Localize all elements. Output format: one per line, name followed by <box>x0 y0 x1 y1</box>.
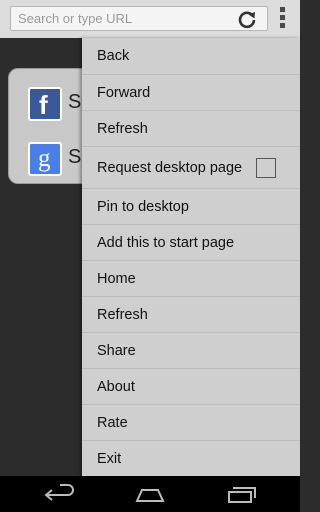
navigation-bar <box>0 476 300 512</box>
back-icon[interactable] <box>40 482 80 506</box>
google-icon: g <box>28 142 62 176</box>
menu-item-home[interactable]: Home <box>82 260 300 296</box>
menu-item-exit[interactable]: Exit <box>82 440 300 476</box>
menu-item-request-desktop-page[interactable]: Request desktop page <box>82 146 300 188</box>
home-icon[interactable] <box>130 482 170 506</box>
menu-item-refresh[interactable]: Refresh <box>82 110 300 146</box>
overflow-menu: Back Forward Refresh Request desktop pag… <box>82 38 300 476</box>
desktop-page-checkbox[interactable] <box>256 157 276 178</box>
menu-item-forward[interactable]: Forward <box>82 74 300 110</box>
menu-item-rate[interactable]: Rate <box>82 404 300 440</box>
recent-apps-icon[interactable] <box>222 482 262 506</box>
menu-item-back[interactable]: Back <box>82 38 300 74</box>
overflow-menu-icon[interactable] <box>277 5 287 33</box>
facebook-icon: f <box>28 87 62 121</box>
menu-item-about[interactable]: About <box>82 368 300 404</box>
reload-icon[interactable] <box>237 9 257 29</box>
menu-item-refresh-2[interactable]: Refresh <box>82 296 300 332</box>
url-input[interactable] <box>10 6 268 31</box>
menu-item-share[interactable]: Share <box>82 332 300 368</box>
menu-item-add-to-start-page[interactable]: Add this to start page <box>82 224 300 260</box>
address-bar <box>0 0 300 38</box>
menu-item-pin-to-desktop[interactable]: Pin to desktop <box>82 188 300 224</box>
